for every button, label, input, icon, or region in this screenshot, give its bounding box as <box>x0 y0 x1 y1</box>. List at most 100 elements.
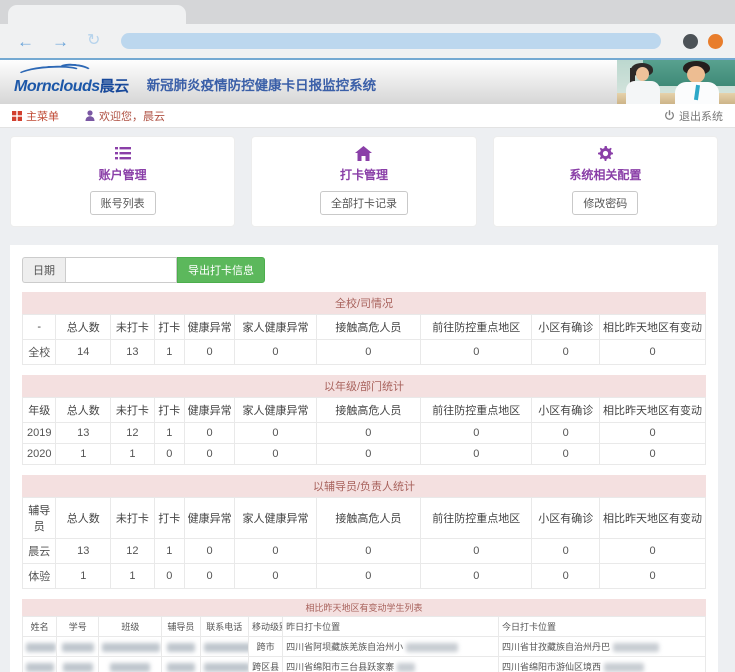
column-header: 打卡 <box>154 315 184 340</box>
redacted-text <box>167 663 195 672</box>
column-header: 辅导员 <box>23 498 56 539</box>
counselor-stats-table: 以辅导员/负责人统计辅导员总人数未打卡打卡健康异常家人健康异常接触高危人员前往防… <box>22 475 706 589</box>
browser-toolbar: ← → ↻ <box>0 24 735 60</box>
account-list-button[interactable]: 账号列表 <box>90 191 156 215</box>
main-menu-item[interactable]: 主菜单 <box>12 108 59 124</box>
column-header: 相比昨天地区有变动 <box>600 398 706 423</box>
main-menu-label: 主菜单 <box>26 108 59 124</box>
location-text: 四川省绵阳市三台县跃家寨 <box>286 662 394 672</box>
logo-text-cn: 晨云 <box>100 78 129 95</box>
table-cell: 1 <box>56 444 111 465</box>
photo-person-head <box>687 66 705 83</box>
redacted-cell <box>162 637 200 657</box>
table-cell: 1 <box>111 444 155 465</box>
column-header: 未打卡 <box>111 315 155 340</box>
table-cell: 1 <box>154 423 184 444</box>
table-cell: 0 <box>600 444 706 465</box>
students-changed-table: 相比昨天地区有变动学生列表姓名学号班级辅导员联系电话移动级别昨日打卡位置今日打卡… <box>22 599 706 672</box>
card-account-management: 账户管理 账号列表 <box>10 136 235 227</box>
action-cards: 账户管理 账号列表 打卡管理 全部打卡记录 系统相关配置 修改密码 <box>10 136 718 227</box>
table-cell: 0 <box>316 564 420 589</box>
column-header: 今日打卡位置 <box>499 617 706 637</box>
table-cell: 13 <box>111 340 155 365</box>
column-header: 总人数 <box>56 398 111 423</box>
table-title: 以辅导员/负责人统计 <box>22 475 706 497</box>
column-header: 接触高危人员 <box>316 498 420 539</box>
table-cell: 13 <box>56 423 111 444</box>
column-header: 接触高危人员 <box>316 315 420 340</box>
column-header: 姓名 <box>23 617 57 637</box>
card-title: 打卡管理 <box>252 166 475 183</box>
redacted-cell <box>23 657 57 672</box>
table-cell: 1 <box>154 340 184 365</box>
logo: Mornclouds晨云 <box>14 69 129 96</box>
column-header: 前往防控重点地区 <box>421 315 532 340</box>
table-cell: 13 <box>56 539 111 564</box>
column-header: 家人健康异常 <box>235 498 316 539</box>
redacted-text <box>102 643 160 652</box>
card-title: 系统相关配置 <box>494 166 717 183</box>
window-control-orange[interactable] <box>708 34 723 49</box>
column-header: 未打卡 <box>111 498 155 539</box>
table-cell: 0 <box>316 423 420 444</box>
table-cell: 0 <box>184 539 235 564</box>
table-cell: 0 <box>600 423 706 444</box>
table-row: 全校14131000000 <box>23 340 706 365</box>
stats-table-grid: 年级总人数未打卡打卡健康异常家人健康异常接触高危人员前往防控重点地区小区有确诊相… <box>22 397 706 465</box>
redacted-text <box>167 643 195 652</box>
stats-table-grid: 辅导员总人数未打卡打卡健康异常家人健康异常接触高危人员前往防控重点地区小区有确诊… <box>22 497 706 589</box>
date-input[interactable] <box>65 257 177 283</box>
header-row: 姓名学号班级辅导员联系电话移动级别昨日打卡位置今日打卡位置 <box>23 617 706 637</box>
column-header: 学号 <box>57 617 99 637</box>
all-checkin-records-button[interactable]: 全部打卡记录 <box>320 191 408 215</box>
yesterday-location-cell: 四川省阿坝藏族羌族自治州小 <box>283 637 499 657</box>
browser-tab[interactable] <box>8 5 186 24</box>
table-cell: 0 <box>532 564 600 589</box>
table-title: 以年级/部门统计 <box>22 375 706 397</box>
table-cell: 2020 <box>23 444 56 465</box>
column-header: 相比昨天地区有变动 <box>600 498 706 539</box>
column-header: 打卡 <box>154 498 184 539</box>
table-cell: 0 <box>421 423 532 444</box>
table-cell: 2019 <box>23 423 56 444</box>
redacted-cell <box>57 637 99 657</box>
address-bar[interactable] <box>121 33 661 49</box>
header-row: 辅导员总人数未打卡打卡健康异常家人健康异常接触高危人员前往防控重点地区小区有确诊… <box>23 498 706 539</box>
back-button[interactable]: ← <box>12 33 39 50</box>
redacted-text <box>110 663 150 672</box>
students-table-grid: 姓名学号班级辅导员联系电话移动级别昨日打卡位置今日打卡位置跨市四川省阿坝藏族羌族… <box>22 616 706 672</box>
window-control-dark[interactable] <box>683 34 698 49</box>
column-header: 总人数 <box>56 315 111 340</box>
table-row: 晨云13121000000 <box>23 539 706 564</box>
table-cell: 0 <box>235 340 316 365</box>
site-header: Mornclouds晨云 新冠肺炎疫情防控健康卡日报监控系统 <box>0 60 735 104</box>
column-header: 接触高危人员 <box>316 398 420 423</box>
column-header: 健康异常 <box>184 398 235 423</box>
column-header: 小区有确诊 <box>532 498 600 539</box>
photo-person-body <box>626 81 660 104</box>
redacted-text <box>406 643 458 652</box>
redacted-text <box>204 663 249 672</box>
table-cell: 0 <box>421 539 532 564</box>
logout-label: 退出系统 <box>679 108 723 124</box>
table-row: 跨区县四川省绵阳市三台县跃家寨四川省绵阳市游仙区境西 <box>23 657 706 672</box>
table-cell: 14 <box>56 340 111 365</box>
redacted-text <box>63 663 93 672</box>
location-text: 四川省甘孜藏族自治州丹巴 <box>502 642 610 652</box>
table-cell: 0 <box>532 340 600 365</box>
forward-button[interactable]: → <box>47 33 74 50</box>
refresh-icon[interactable]: ↻ <box>82 33 105 49</box>
logout-button[interactable]: 退出系统 <box>664 108 723 124</box>
table-row: 跨市四川省阿坝藏族羌族自治州小四川省甘孜藏族自治州丹巴 <box>23 637 706 657</box>
redacted-text <box>397 663 415 672</box>
grade-stats-table: 以年级/部门统计年级总人数未打卡打卡健康异常家人健康异常接触高危人员前往防控重点… <box>22 375 706 465</box>
export-checkin-button[interactable]: 导出打卡信息 <box>177 257 265 283</box>
today-location-cell: 四川省甘孜藏族自治州丹巴 <box>499 637 706 657</box>
table-row: 201913121000000 <box>23 423 706 444</box>
column-header: 年级 <box>23 398 56 423</box>
table-cell: 0 <box>421 564 532 589</box>
change-password-button[interactable]: 修改密码 <box>572 191 638 215</box>
table-cell: 1 <box>154 539 184 564</box>
redacted-text <box>604 663 644 672</box>
redacted-text <box>613 643 659 652</box>
